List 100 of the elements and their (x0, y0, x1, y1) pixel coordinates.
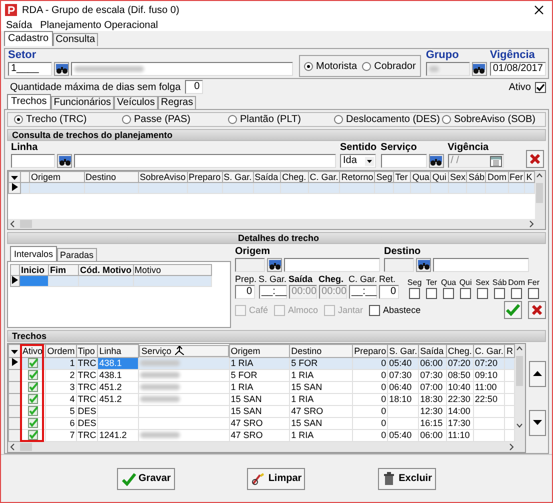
tab[interactable]: Cadastro (4, 31, 53, 46)
column-header[interactable]: Cheg. (446, 344, 474, 357)
radio-button[interactable] (122, 115, 131, 124)
tab[interactable]: Paradas (57, 248, 97, 261)
checkbox[interactable] (511, 288, 522, 299)
checkbox[interactable] (369, 304, 380, 316)
checkbox[interactable] (535, 82, 546, 92)
date-field[interactable]: 01/08/2017 (490, 62, 546, 76)
move-down-button[interactable] (529, 410, 546, 436)
lookup-button[interactable] (472, 62, 487, 76)
column-header[interactable]: Qua (410, 172, 431, 182)
radio-button[interactable] (442, 115, 451, 124)
move-up-button[interactable] (529, 360, 546, 386)
input-field[interactable] (284, 258, 380, 272)
column-header[interactable]: Dom (486, 172, 508, 182)
input-field[interactable]: 1____ (8, 62, 52, 76)
tab[interactable]: Funcionários (50, 96, 114, 109)
radio-button[interactable] (228, 115, 237, 124)
column-header[interactable]: Destino (290, 344, 353, 357)
column-header[interactable]: Sáb (466, 172, 486, 182)
lookup-button[interactable] (54, 62, 69, 76)
confirm-button[interactable] (504, 301, 522, 319)
checkbox[interactable] (460, 288, 472, 299)
menu-item[interactable]: Saída (6, 20, 32, 30)
column-header[interactable]: Motivo (133, 264, 211, 276)
menu-item[interactable]: Planejamento Operacional (40, 20, 158, 30)
column-header[interactable]: Retorno (340, 172, 375, 182)
radio-button[interactable] (362, 62, 372, 70)
input-field[interactable] (380, 154, 427, 168)
scrollbar[interactable] (8, 219, 545, 229)
checkbox[interactable] (409, 288, 420, 299)
checkbox[interactable] (426, 288, 438, 299)
radio-button[interactable] (304, 62, 313, 70)
tab[interactable]: Intervalos (10, 246, 58, 261)
column-header[interactable]: Ordem (46, 344, 76, 357)
input-field[interactable] (235, 258, 265, 272)
column-header[interactable]: Destino (84, 172, 138, 182)
scrollbar[interactable] (535, 171, 545, 219)
column-header[interactable]: Ter (394, 172, 411, 182)
action-button[interactable]: Gravar (117, 468, 176, 490)
column-header[interactable]: Linha (98, 344, 139, 357)
tab[interactable]: Trechos (7, 94, 51, 109)
cancel-button[interactable] (528, 301, 546, 319)
input-field[interactable]: 0 (379, 285, 400, 299)
column-header[interactable]: Origem (30, 172, 84, 182)
lookup-button[interactable] (428, 154, 444, 168)
column-header[interactable]: C. Gar. (308, 172, 340, 182)
tab[interactable]: Consulta (52, 33, 98, 46)
column-header[interactable]: Saída (418, 344, 446, 357)
close-icon[interactable] (534, 5, 544, 15)
column-header[interactable]: Cód. Motivo (78, 264, 133, 276)
input-field[interactable] (433, 258, 529, 272)
checkbox[interactable] (528, 288, 540, 299)
input-field[interactable] (11, 154, 55, 168)
clear-button[interactable] (526, 150, 544, 168)
column-header[interactable]: Preparo (187, 172, 222, 182)
checkbox[interactable] (28, 370, 38, 380)
checkbox[interactable] (28, 406, 38, 416)
checkbox[interactable] (443, 288, 454, 299)
checkbox[interactable] (28, 358, 38, 368)
column-header[interactable]: Tipo (76, 344, 98, 357)
action-button[interactable]: Limpar (247, 468, 306, 490)
column-header[interactable]: Saída (253, 172, 281, 182)
column-header[interactable]: S. Gar. (388, 344, 419, 357)
tab[interactable]: Veículos (114, 96, 158, 109)
checkbox[interactable] (477, 288, 488, 299)
column-header[interactable]: S. Gar. (222, 172, 254, 182)
tab[interactable]: Regras (158, 96, 196, 109)
input-field[interactable]: __:__ (348, 285, 377, 299)
column-header[interactable]: Fim (48, 264, 78, 276)
input-field[interactable]: 0 (235, 285, 255, 299)
input-field[interactable] (71, 62, 293, 76)
column-header[interactable]: SobreAviso (138, 172, 188, 182)
radio-button[interactable] (14, 115, 23, 124)
checkbox[interactable] (28, 418, 38, 428)
lookup-button[interactable] (57, 154, 72, 168)
column-header[interactable]: C. Gar. (473, 344, 505, 357)
column-header[interactable]: Seg (374, 172, 394, 182)
input-field[interactable] (74, 154, 336, 168)
column-header[interactable]: Fer (508, 172, 525, 182)
scrollbar[interactable] (515, 344, 525, 442)
column-header[interactable]: K (524, 172, 534, 182)
dropdown[interactable]: Ida (340, 154, 376, 168)
action-button[interactable]: Excluir (378, 468, 436, 490)
lookup-button[interactable] (267, 258, 282, 272)
checkbox[interactable] (28, 382, 38, 392)
checkbox[interactable] (28, 394, 38, 404)
column-header[interactable]: Origem (229, 344, 290, 357)
scrollbar[interactable] (8, 442, 525, 452)
checkbox[interactable] (28, 430, 38, 440)
input-field[interactable]: __:__ (258, 285, 287, 299)
column-header[interactable]: Sex (448, 172, 467, 182)
radio-button[interactable] (334, 115, 343, 124)
column-header[interactable]: Qui (430, 172, 448, 182)
checkbox[interactable] (494, 288, 506, 299)
input-field[interactable] (426, 62, 470, 76)
column-header[interactable]: Inicio (20, 264, 48, 276)
column-header[interactable]: Cheg. (280, 172, 308, 182)
lookup-button[interactable] (416, 258, 431, 272)
column-header[interactable]: Preparo (352, 344, 388, 357)
